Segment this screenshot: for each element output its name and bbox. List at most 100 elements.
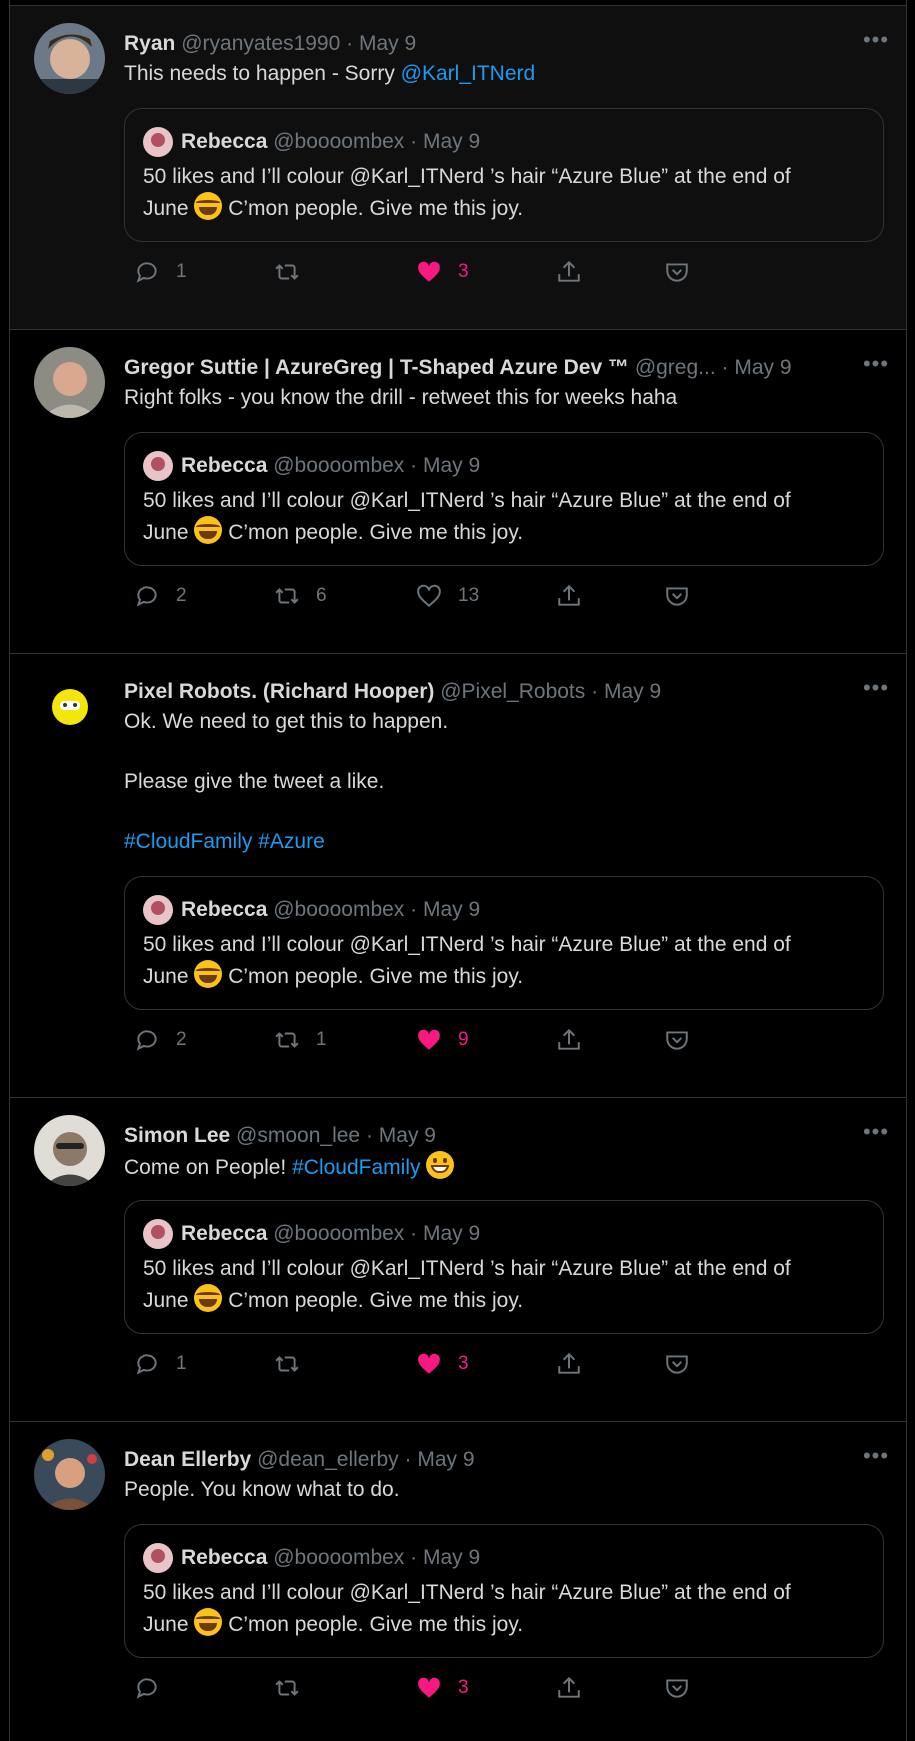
quote-avatar[interactable] [143, 1219, 173, 1249]
tweet-dean-ellerby[interactable]: Dean Ellerby @dean_ellerby · May 9 ••• P… [10, 1422, 906, 1741]
tweet-actions: 1 3 [124, 254, 906, 290]
quote-author-handle: @boooombex [273, 1546, 405, 1569]
hashtag-link[interactable]: #CloudFamily [292, 1156, 420, 1179]
pocket-icon [666, 1355, 688, 1374]
share-button[interactable] [556, 1670, 582, 1706]
share-icon [558, 1028, 580, 1050]
author-handle[interactable]: @greg... [635, 356, 716, 379]
quoted-tweet[interactable]: Rebecca @boooombex · May 9 50 likes and … [124, 432, 884, 566]
pocket-button[interactable] [664, 1670, 690, 1706]
quote-avatar[interactable] [143, 127, 173, 157]
tweet-ryan[interactable]: Ryan @ryanyates1990 · May 9 ••• This nee… [10, 6, 906, 330]
like-button[interactable]: 3 [416, 1346, 469, 1382]
tweet-date[interactable]: May 9 [734, 356, 791, 379]
pocket-button[interactable] [664, 578, 690, 614]
quote-line-2a: June [143, 1613, 195, 1636]
retweet-button[interactable]: 6 [274, 578, 327, 614]
avatar[interactable] [34, 1439, 105, 1510]
timeline: Ryan @ryanyates1990 · May 9 ••• This nee… [9, 0, 907, 1741]
like-button[interactable]: 9 [416, 1022, 469, 1058]
reply-button[interactable]: 1 [134, 254, 187, 290]
quote-avatar[interactable] [143, 895, 173, 925]
author-name[interactable]: Simon Lee [124, 1124, 230, 1147]
quote-line-2b: C’mon people. Give me this joy. [222, 1613, 524, 1636]
reply-button[interactable]: 2 [134, 578, 187, 614]
quote-text: 50 likes and I’ll colour @Karl_ITNerd ’s… [143, 930, 853, 992]
quoted-tweet[interactable]: Rebecca @boooombex · May 9 50 likes and … [124, 1200, 884, 1334]
author-name[interactable]: Ryan [124, 32, 175, 55]
retweet-button[interactable] [274, 1346, 316, 1382]
tweet-date[interactable]: May 9 [604, 680, 661, 703]
tweet-date[interactable]: May 9 [417, 1448, 474, 1471]
retweet-count: 6 [316, 585, 327, 606]
quote-header: Rebecca @boooombex · May 9 [181, 1543, 480, 1573]
quoted-tweet[interactable]: Rebecca @boooombex · May 9 50 likes and … [124, 876, 884, 1010]
share-button[interactable] [556, 1346, 582, 1382]
quote-line-1: 50 likes and I’ll colour @Karl_ITNerd ’s… [143, 1257, 791, 1280]
author-handle[interactable]: @Pixel_Robots [440, 680, 585, 703]
pocket-button[interactable] [664, 1346, 690, 1382]
quote-line-2a: June [143, 521, 195, 544]
tweet-date[interactable]: May 9 [379, 1124, 436, 1147]
tweet-simon-lee[interactable]: Simon Lee @smoon_lee · May 9 ••• Come on… [10, 1098, 906, 1422]
quote-date: May 9 [423, 1546, 481, 1569]
tweet-date[interactable]: May 9 [359, 32, 416, 55]
reply-icon [136, 586, 157, 607]
reply-button[interactable]: 1 [134, 1346, 187, 1382]
hashtag-link[interactable]: #Azure [258, 830, 325, 853]
pocket-button[interactable] [664, 1022, 690, 1058]
quote-date: May 9 [423, 1222, 481, 1245]
share-button[interactable] [556, 1022, 582, 1058]
tweet-pixel-robots[interactable]: Pixel Robots. (Richard Hooper) @Pixel_Ro… [10, 654, 906, 1098]
tweet-actions: 1 3 [124, 1346, 906, 1382]
tweet-text: This needs to happen - Sorry @Karl_ITNer… [124, 59, 876, 89]
retweet-button[interactable]: 1 [274, 1022, 327, 1058]
like-button[interactable]: 13 [416, 578, 479, 614]
author-handle[interactable]: @dean_ellerby [257, 1448, 399, 1471]
like-button[interactable]: 3 [416, 254, 469, 290]
tweet-text-line-1: Ok. We need to get this to happen. [124, 710, 449, 733]
quote-avatar[interactable] [143, 1543, 173, 1573]
mention-link[interactable]: @Karl_ITNerd [401, 62, 536, 85]
retweet-button[interactable] [274, 254, 316, 290]
author-name[interactable]: Pixel Robots. (Richard Hooper) [124, 680, 434, 703]
quote-avatar[interactable] [143, 451, 173, 481]
author-handle[interactable]: @ryanyates1990 [181, 32, 340, 55]
more-options-icon[interactable]: ••• [862, 1445, 890, 1474]
author-name[interactable]: Gregor Suttie | AzureGreg | T-Shaped Azu… [124, 356, 629, 379]
avatar[interactable] [34, 671, 105, 742]
reply-button[interactable]: 2 [134, 1022, 187, 1058]
author-handle[interactable]: @smoon_lee [236, 1124, 360, 1147]
tweet-gregor[interactable]: Gregor Suttie | AzureGreg | T-Shaped Azu… [10, 330, 906, 654]
reply-button[interactable] [134, 1670, 176, 1706]
pocket-icon [666, 1679, 688, 1698]
avatar[interactable] [34, 23, 105, 94]
retweet-icon [275, 264, 299, 280]
quote-text: 50 likes and I’ll colour @Karl_ITNerd ’s… [143, 1254, 853, 1316]
avatar[interactable] [34, 347, 105, 418]
grinning-emoji-icon [426, 1151, 455, 1179]
reply-count: 1 [176, 1353, 187, 1374]
author-name[interactable]: Dean Ellerby [124, 1448, 251, 1471]
heart-filled-icon [418, 1029, 440, 1050]
quote-header: Rebecca @boooombex · May 9 [181, 127, 480, 157]
hashtag-link[interactable]: #CloudFamily [124, 830, 252, 853]
avatar[interactable] [34, 1115, 105, 1186]
share-button[interactable] [556, 578, 582, 614]
separator: · [410, 454, 418, 477]
more-options-icon[interactable]: ••• [862, 353, 890, 382]
retweet-button[interactable] [274, 1670, 316, 1706]
quote-author-name: Rebecca [181, 898, 268, 921]
quote-header: Rebecca @boooombex · May 9 [181, 895, 480, 925]
more-options-icon[interactable]: ••• [862, 1121, 890, 1150]
retweet-icon [275, 1356, 299, 1372]
pocket-button[interactable] [664, 254, 690, 290]
quoted-tweet[interactable]: Rebecca @boooombex · May 9 50 likes and … [124, 108, 884, 242]
like-button[interactable]: 3 [416, 1670, 469, 1706]
share-button[interactable] [556, 254, 582, 290]
more-options-icon[interactable]: ••• [862, 29, 890, 58]
more-options-icon[interactable]: ••• [862, 677, 890, 706]
quote-line-2b: C’mon people. Give me this joy. [222, 965, 524, 988]
pocket-icon [666, 587, 688, 606]
quoted-tweet[interactable]: Rebecca @boooombex · May 9 50 likes and … [124, 1524, 884, 1658]
